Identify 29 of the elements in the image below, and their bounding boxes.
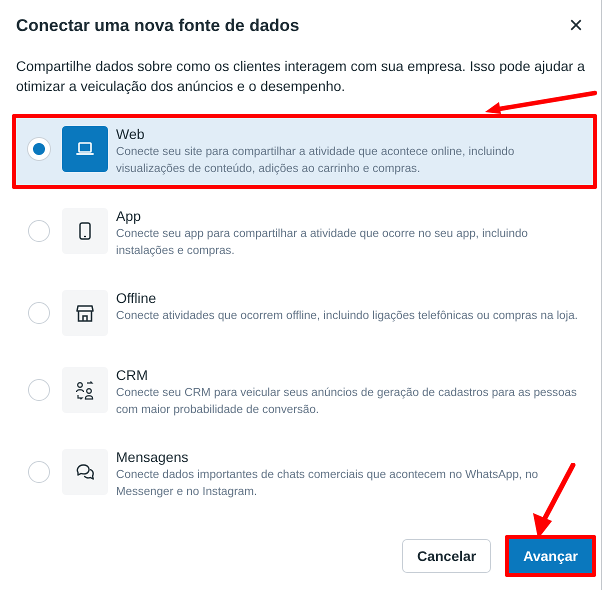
source-option[interactable]: Offline Conecte atividades que ocorrem offline, incluindo ligações telefônicas ou compras na loja. — [12, 278, 597, 348]
option-description: Conecte seu app para compartilhar a atividade que ocorre no seu app, incluindo instalações e compras. — [116, 226, 529, 259]
option-title: App — [116, 208, 142, 225]
option-title: Mensagens — [116, 449, 190, 466]
option-title: CRM — [116, 367, 149, 384]
radio-button[interactable] — [28, 220, 50, 242]
option-title: Offline — [116, 290, 158, 307]
dialog-title: Conectar uma nova fonte de dados — [16, 16, 300, 36]
option-description: Conecte seu site para compartilhar a atividade que acontece online, incluindo visualizações de conteúdo, adições ao carrinho e compras. — [116, 144, 516, 177]
chat-bubbles-icon — [76, 464, 94, 480]
phone-icon — [79, 222, 91, 240]
option-description: Conecte atividades que ocorrem offline, incluindo ligações telefônicas ou compras na loja. — [116, 308, 579, 324]
option-description: Conecte seu CRM para veicular seus anúncios de geração de cadastros para as pessoas com maior probabilidade de conversão. — [116, 385, 578, 418]
radio-button[interactable] — [28, 461, 50, 483]
radio-button[interactable] — [28, 379, 50, 401]
laptop-icon — [76, 142, 94, 156]
source-option[interactable]: App Conecte seu app para compartilhar a atividade que ocorre no seu app, incluindo instalações e compras. — [12, 196, 597, 271]
option-title: Web — [116, 126, 146, 143]
close-button[interactable]: × — [562, 16, 589, 36]
people-exchange-icon — [75, 380, 95, 400]
store-icon — [76, 304, 94, 322]
source-option[interactable]: Web Conecte seu site para compartilhar a atividade que acontece online, incluindo visualizações de conteúdo, adições ao carrinho e compras. — [12, 114, 597, 189]
cancel-button[interactable]: Cancelar — [402, 539, 492, 573]
source-option[interactable]: Mensagens Conecte dados importantes de chats comerciais que acontecem no WhatsApp, no Messenger e no Instagram. — [12, 437, 597, 512]
option-description: Conecte dados importantes de chats comerciais que acontecem no WhatsApp, no Messenger e no Instagram. — [116, 467, 540, 500]
source-option[interactable]: CRM Conecte seu CRM para veicular seus anúncios de geração de cadastros para as pessoas com maior probabilidade de conversão. — [12, 355, 597, 430]
dialog-description: Compartilhe dados sobre como os clientes interagem com sua empresa. Isso pode ajudar a otimizar a veiculação dos anúncios e o desempenho. — [16, 57, 586, 96]
radio-button[interactable] — [28, 302, 50, 324]
next-button[interactable]: Avançar — [509, 539, 592, 573]
